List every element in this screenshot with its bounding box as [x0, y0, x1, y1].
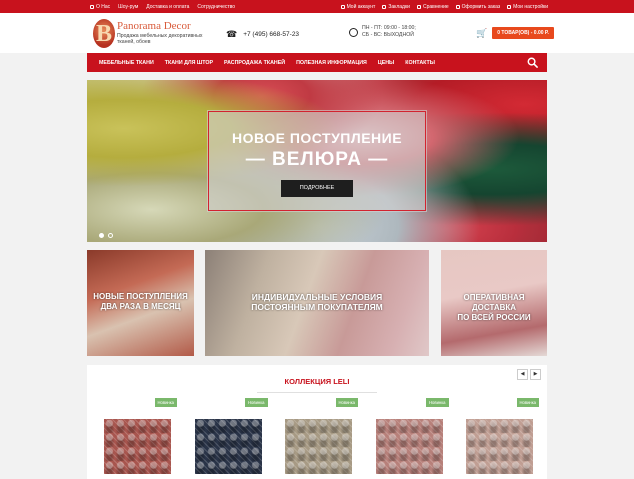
new-badge: Новинка [245, 398, 268, 407]
hours-weekend: СБ - ВС: ВЫХОДНОЙ [362, 32, 414, 38]
top-link-cooperation[interactable]: Сотрудничество [197, 4, 235, 10]
clock-icon [349, 27, 358, 37]
nav-sale[interactable]: Распродажа тканей [224, 60, 285, 66]
top-bar: О Нас Шоу-рум Доставка и оплата Сотрудни… [0, 0, 634, 13]
heart-icon [382, 4, 387, 9]
settings-link[interactable]: Мои настройки [507, 4, 548, 10]
top-link-about[interactable]: О Нас [90, 4, 110, 10]
account-link[interactable]: Мой аккаунт [340, 4, 375, 10]
promo-individual-terms[interactable]: ИНДИВИДУАЛЬНЫЕ УСЛОВИЯ ПОСТОЯННЫМ ПОКУПА… [205, 250, 429, 356]
top-link-delivery[interactable]: Доставка и оплата [146, 4, 189, 10]
title-divider [257, 392, 377, 393]
slider-dots [99, 233, 113, 238]
account-links: Мой аккаунт Закладки Сравнение Оформить … [340, 4, 548, 10]
main-nav: Мебельные ткани Ткани для штор Распродаж… [87, 53, 547, 72]
phone-icon: ☎ [226, 29, 238, 39]
phone-block[interactable]: ☎ +7 (495) 668-57-23 [226, 29, 299, 40]
nav-prices[interactable]: Цены [378, 60, 394, 66]
new-badge: Новинка [426, 398, 449, 407]
collection-section: КОЛЛЕКЦИЯ LELI ◀ ▶ Новинка Новинка Новинка… [87, 365, 547, 479]
hero-more-button[interactable]: ПОДРОБНЕЕ [281, 180, 353, 197]
promo-delivery[interactable]: ОПЕРАТИВНАЯ ДОСТАВКА ПО ВСЕЙ РОССИИ [441, 250, 547, 356]
search-icon[interactable] [527, 57, 538, 68]
check-icon [455, 4, 460, 9]
top-links: О Нас Шоу-рум Доставка и оплата Сотрудни… [90, 4, 235, 10]
slider-dot[interactable] [108, 233, 113, 238]
slider-dot[interactable] [99, 233, 104, 238]
cart-button[interactable]: 0 ТОВАР(ОВ) - 0.00 Р. [492, 27, 554, 39]
compare-icon [416, 4, 421, 9]
product-image[interactable] [466, 419, 533, 474]
product-card[interactable]: Новинка [180, 398, 268, 478]
home-icon [90, 4, 94, 9]
nav-curtain-fabrics[interactable]: Ткани для штор [165, 60, 213, 66]
product-image[interactable] [375, 419, 443, 474]
collection-title: КОЛЛЕКЦИЯ LELI [284, 377, 350, 386]
new-badge: Новинка [335, 398, 358, 407]
product-image[interactable] [285, 419, 352, 474]
cart-icon: 🛒 [476, 27, 488, 38]
product-card[interactable]: Новинка [89, 398, 177, 478]
nav-contacts[interactable]: Контакты [405, 60, 435, 66]
page: О Нас Шоу-рум Доставка и оплата Сотрудни… [0, 0, 634, 479]
product-image[interactable] [194, 419, 262, 474]
logo-mark: B [93, 19, 115, 48]
new-badge: Новинка [516, 398, 539, 407]
product-image[interactable] [104, 419, 171, 474]
promo-new-arrivals[interactable]: НОВЫЕ ПОСТУПЛЕНИЯ ДВА РАЗА В МЕСЯЦ [87, 250, 194, 356]
carousel-prev-button[interactable]: ◀ [517, 369, 528, 380]
logo[interactable]: B Panorama Decor Продажа мебельных декор… [93, 19, 213, 49]
gear-icon [507, 4, 512, 9]
header: B Panorama Decor Продажа мебельных декор… [0, 13, 634, 53]
checkout-link[interactable]: Оформить заказ [455, 4, 500, 10]
cart[interactable]: 🛒 0 ТОВАР(ОВ) - 0.00 Р. [476, 27, 554, 39]
logo-name: Panorama Decor [117, 20, 191, 32]
product-card[interactable]: Новинка [361, 398, 449, 478]
hero-title: НОВОЕ ПОСТУПЛЕНИЕ [231, 130, 403, 146]
new-badge: Новинка [154, 398, 177, 407]
product-card[interactable]: Новинка [270, 398, 358, 478]
hero-slider[interactable]: НОВОЕ ПОСТУПЛЕНИЕ — ВЕЛЮРА — ПОДРОБНЕЕ [87, 80, 547, 242]
phone-number: +7 (495) 668-57-23 [243, 31, 300, 38]
bookmarks-link[interactable]: Закладки [382, 4, 410, 10]
logo-tagline: Продажа мебельных декоративных тканей, о… [117, 33, 203, 45]
carousel-arrows: ◀ ▶ [517, 369, 541, 380]
working-hours: ПН - ПТ: 09:00 - 18:00; СБ - ВС: ВЫХОДНО… [349, 25, 416, 39]
product-card[interactable]: Новинка [451, 398, 539, 478]
nav-furniture-fabrics[interactable]: Мебельные ткани [99, 60, 154, 66]
carousel-next-button[interactable]: ▶ [530, 369, 541, 380]
hours-weekdays: ПН - ПТ: 09:00 - 18:00; [362, 25, 416, 31]
compare-link[interactable]: Сравнение [416, 4, 449, 10]
nav-useful-info[interactable]: Полезная информация [296, 60, 367, 66]
hero-subtitle: — ВЕЛЮРА — [245, 149, 389, 170]
user-icon [340, 4, 345, 9]
top-link-showroom[interactable]: Шоу-рум [118, 4, 138, 10]
